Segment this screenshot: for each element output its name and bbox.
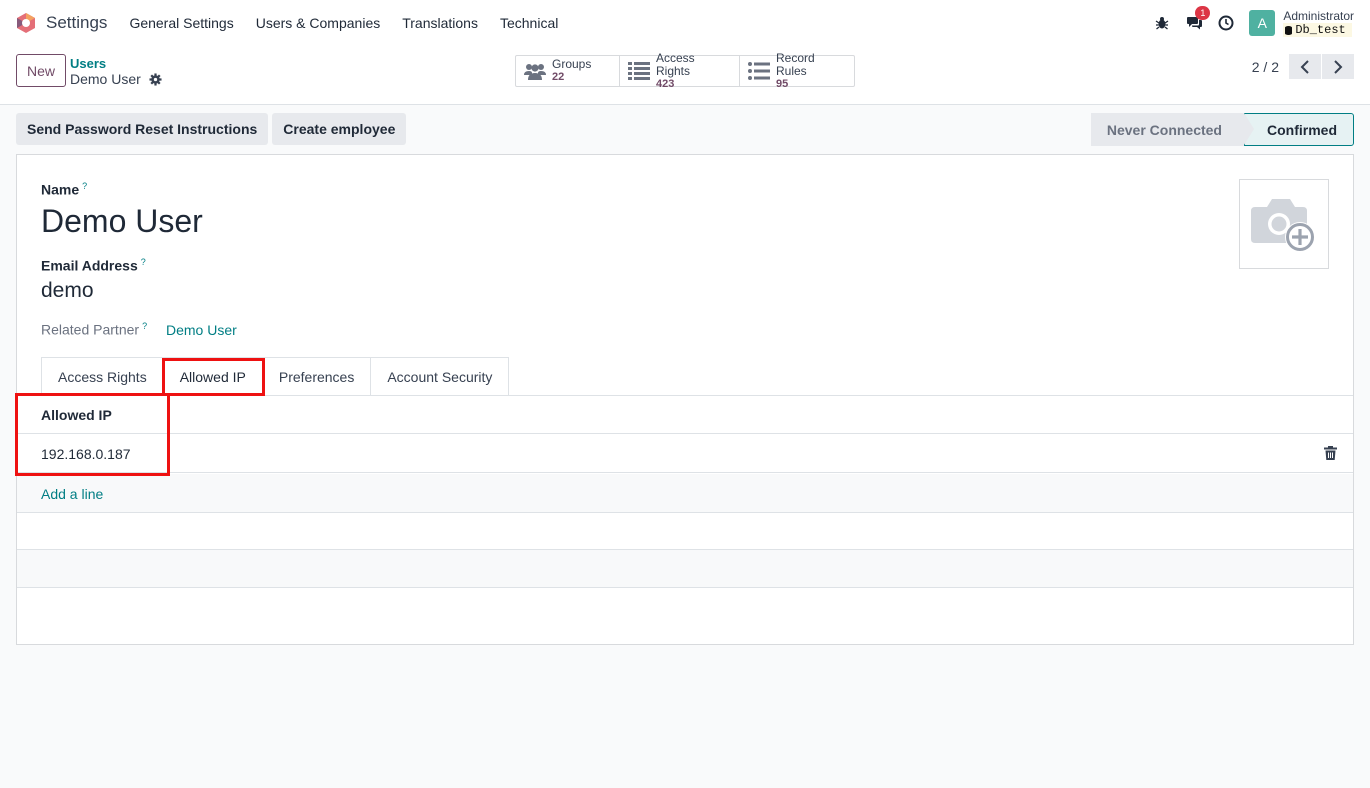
email-label: Email Address?: [41, 257, 146, 274]
name-field[interactable]: Demo User: [41, 203, 203, 240]
status-bar: Never Connected Confirmed: [1090, 113, 1354, 146]
tab-access-rights[interactable]: Access Rights: [41, 357, 164, 396]
name-label: Name?: [41, 181, 88, 198]
related-partner-link[interactable]: Demo User: [166, 322, 237, 338]
pager-value[interactable]: 2 / 2: [1252, 59, 1279, 75]
app-name: Settings: [46, 13, 108, 32]
empty-row: [17, 550, 1353, 588]
add-line-row: Add a line: [17, 474, 1353, 513]
chevron-right-icon: [1334, 59, 1343, 74]
list-header: Allowed IP: [17, 396, 1353, 434]
help-tooltip-icon[interactable]: ?: [82, 181, 87, 191]
record-rules-smart-button[interactable]: Record Rules 95: [740, 51, 854, 90]
user-photo-upload[interactable]: [1239, 179, 1329, 269]
tab-allowed-ip[interactable]: Allowed IP: [163, 357, 263, 396]
pager-previous-button[interactable]: [1289, 54, 1321, 79]
smart-buttons: Groups 22 Access Rights 423 Record Rules…: [515, 51, 855, 90]
new-button[interactable]: New: [16, 54, 66, 87]
status-confirmed[interactable]: Confirmed: [1244, 113, 1354, 146]
user-name: Administrator: [1283, 9, 1354, 23]
access-rights-count: 423: [656, 77, 675, 90]
pager-next-button[interactable]: [1322, 54, 1354, 79]
camera-add-icon: [1251, 199, 1315, 252]
help-tooltip-icon[interactable]: ?: [141, 257, 146, 267]
tab-preferences[interactable]: Preferences: [262, 357, 372, 396]
list-icon: [628, 61, 650, 81]
menu-translations[interactable]: Translations: [391, 15, 489, 31]
main-menu: General Settings Users & Companies Trans…: [118, 15, 569, 31]
database-name: Db_test: [1295, 23, 1346, 37]
status-never-connected-label: Never Connected: [1106, 121, 1222, 138]
create-employee-button[interactable]: Create employee: [272, 113, 407, 145]
app-brand[interactable]: Settings: [16, 13, 107, 33]
debug-bug-icon[interactable]: [1153, 14, 1171, 32]
pager: 2 / 2: [1252, 54, 1354, 79]
trash-icon[interactable]: [1324, 446, 1337, 460]
menu-technical[interactable]: Technical: [489, 15, 569, 31]
status-never-connected[interactable]: Never Connected: [1090, 113, 1254, 146]
database-badge: Db_test: [1283, 23, 1352, 37]
allowed-ip-value[interactable]: 192.168.0.187: [41, 446, 131, 462]
systray: 1 A Administrator Db_test: [1139, 0, 1354, 46]
tab-account-security[interactable]: Account Security: [371, 357, 510, 396]
record-rules-count: 95: [776, 77, 789, 90]
messages-chat-icon[interactable]: 1: [1185, 6, 1211, 32]
user-menu[interactable]: Administrator Db_test: [1283, 9, 1354, 37]
record-title: Demo User: [70, 71, 141, 87]
menu-general-settings[interactable]: General Settings: [118, 15, 244, 31]
form-sheet: Name? Demo User Email Address? demo Rela…: [16, 154, 1354, 645]
control-panel: New Users Demo User Groups 22 Access Rig…: [0, 46, 1370, 105]
help-tooltip-icon[interactable]: ?: [142, 321, 147, 331]
record-rules-label: Record Rules: [776, 50, 815, 78]
send-password-reset-button[interactable]: Send Password Reset Instructions: [16, 113, 269, 145]
list-icon: [748, 61, 770, 81]
email-field[interactable]: demo: [41, 279, 94, 303]
groups-smart-button[interactable]: Groups 22: [516, 56, 620, 86]
breadcrumb-current: Demo User: [70, 71, 162, 87]
user-avatar[interactable]: A: [1249, 10, 1276, 36]
chevron-left-icon: [1300, 59, 1309, 74]
table-row[interactable]: 192.168.0.187: [17, 434, 1353, 473]
breadcrumb-users[interactable]: Users: [70, 56, 106, 71]
status-confirmed-label: Confirmed: [1267, 121, 1337, 138]
activity-clock-icon[interactable]: [1217, 14, 1235, 32]
empty-row: [17, 512, 1353, 550]
related-partner-label: Related Partner?: [41, 321, 148, 338]
access-rights-smart-button[interactable]: Access Rights 423: [620, 51, 740, 90]
column-header-allowed-ip[interactable]: Allowed IP: [41, 407, 112, 423]
notebook-tabs: Access Rights Allowed IP Preferences Acc…: [41, 357, 510, 396]
gear-icon[interactable]: [149, 72, 162, 86]
groups-count: 22: [552, 71, 565, 83]
users-icon: [524, 61, 546, 81]
top-navbar: Settings General Settings Users & Compan…: [0, 0, 1370, 46]
access-rights-label: Access Rights: [656, 50, 695, 78]
status-arrow: [1244, 113, 1254, 145]
form-action-bar: Send Password Reset Instructions Create …: [16, 113, 410, 145]
app-logo-icon: [17, 13, 35, 33]
database-icon: [1285, 25, 1293, 35]
messages-badge: 1: [1195, 6, 1211, 20]
groups-label: Groups: [552, 57, 592, 71]
menu-users-companies[interactable]: Users & Companies: [245, 15, 392, 31]
add-line-link[interactable]: Add a line: [41, 486, 103, 502]
